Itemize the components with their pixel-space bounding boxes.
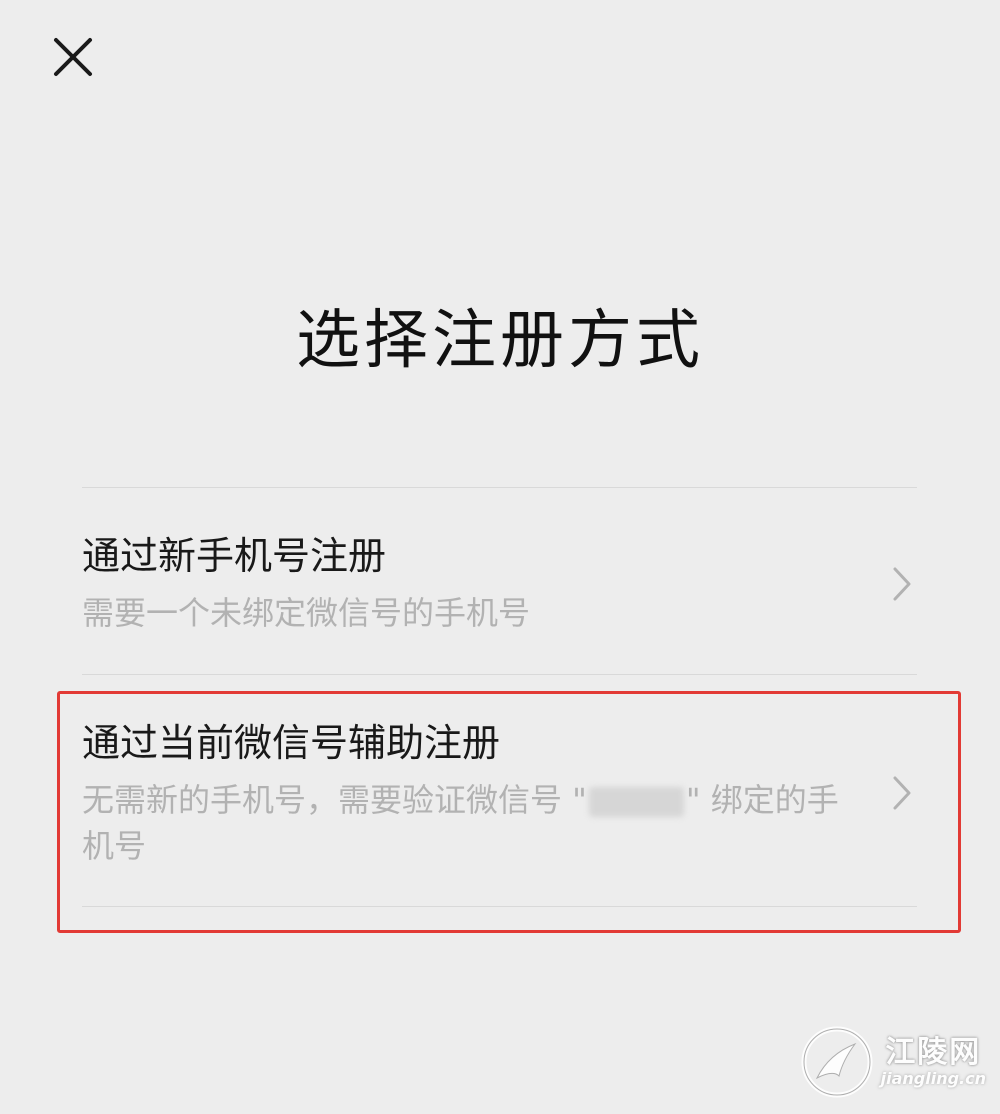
watermark: 江陵网 jiangling.cn: [799, 1024, 986, 1100]
option-description: 无需新的手机号，需要验证微信号 " " 绑定的手机号: [82, 777, 842, 869]
option-title: 通过当前微信号辅助注册: [82, 721, 501, 765]
option-description: 需要一个未绑定微信号的手机号: [82, 594, 531, 632]
divider: [82, 906, 917, 907]
option-new-phone[interactable]: 通过新手机号注册 需要一个未绑定微信号的手机号: [82, 530, 917, 636]
option-title: 通过新手机号注册: [82, 534, 387, 578]
divider: [82, 487, 917, 488]
chevron-right-icon: [893, 776, 911, 810]
chevron-right-icon: [893, 567, 911, 601]
watermark-logo-icon: [801, 1026, 873, 1098]
watermark-domain: jiangling.cn: [880, 1069, 986, 1088]
divider: [82, 674, 917, 675]
option-assist-register[interactable]: 通过当前微信号辅助注册 无需新的手机号，需要验证微信号 " " 绑定的手机号: [82, 717, 917, 869]
close-button[interactable]: [44, 28, 104, 88]
close-icon: [54, 38, 92, 76]
watermark-name: 江陵网: [885, 1035, 982, 1070]
description-before: 无需新的手机号，需要验证微信号 ": [82, 781, 587, 819]
blurred-wechat-id: [588, 787, 684, 817]
page-title: 选择注册方式: [296, 304, 704, 378]
